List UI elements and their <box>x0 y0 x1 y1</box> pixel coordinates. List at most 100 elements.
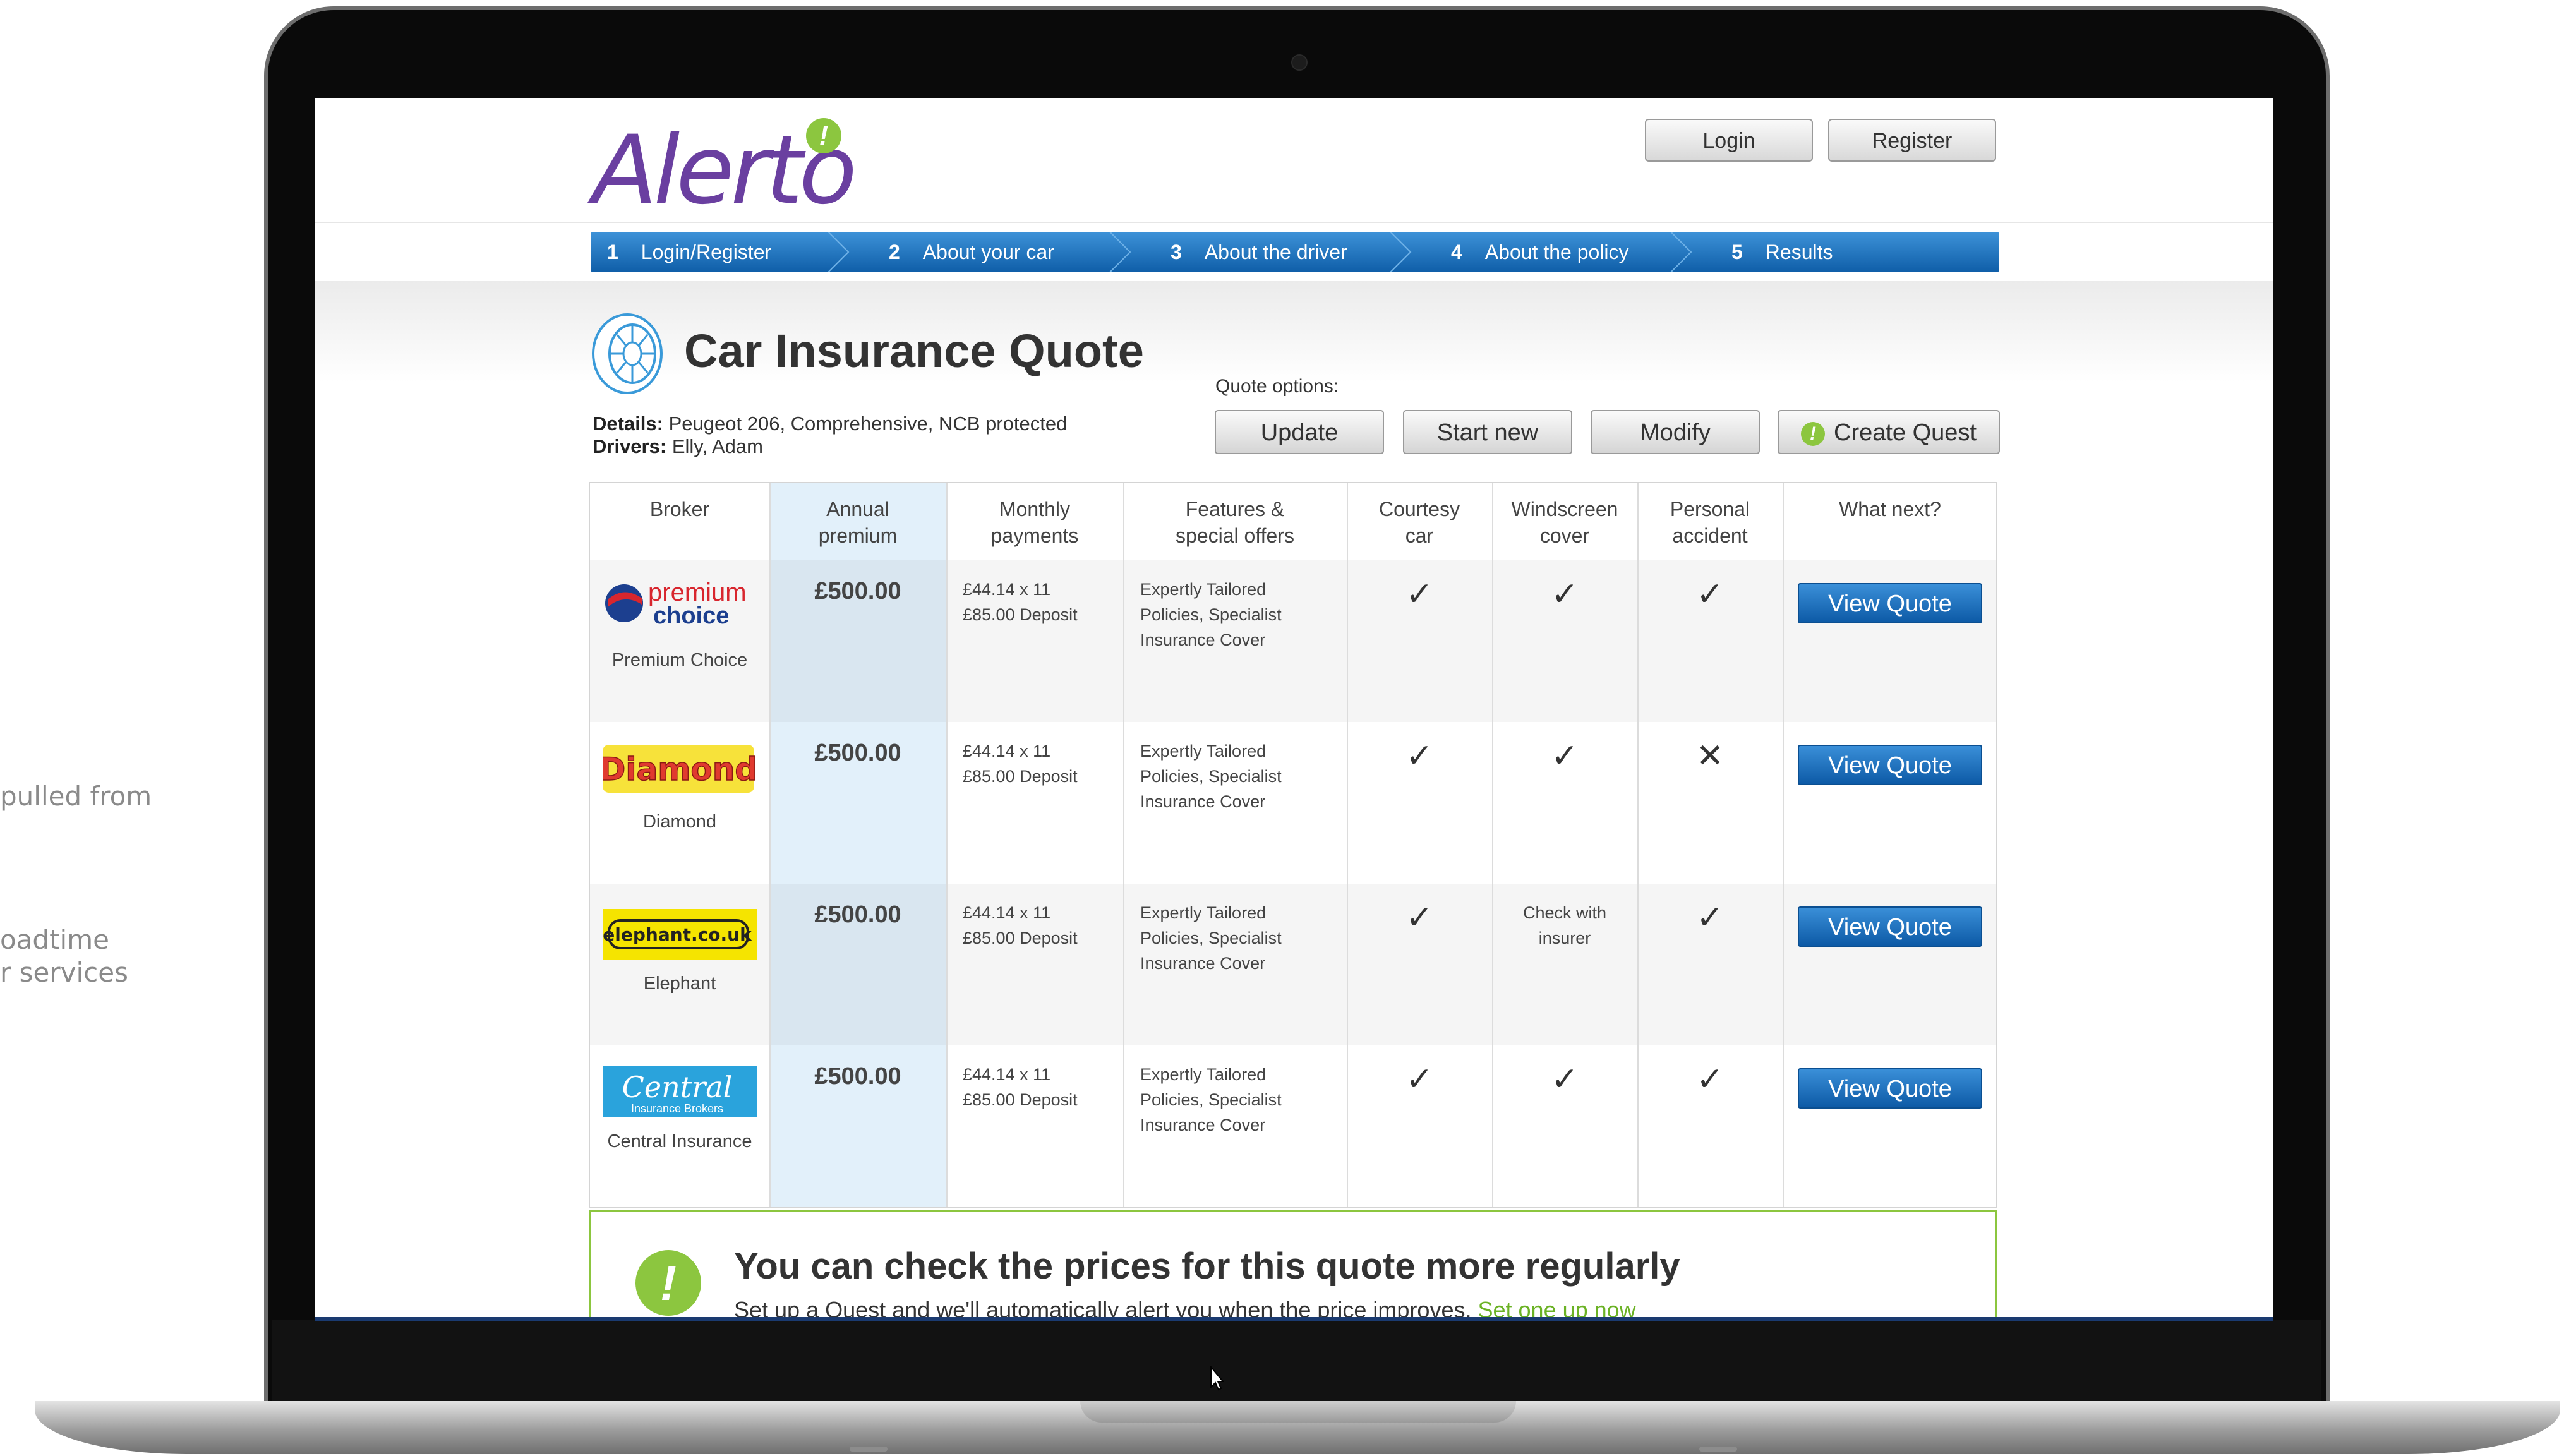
step-number: 3 <box>1171 241 1182 263</box>
step-number: 5 <box>1731 241 1743 263</box>
header-text: payments <box>990 524 1079 547</box>
monthly-payments: £44.14 x 11 £85.00 Deposit <box>963 1062 1078 1112</box>
side-caption-3: r services <box>0 957 128 988</box>
step-separator-icon <box>1390 232 1412 272</box>
quest-icon: ! <box>1801 421 1825 446</box>
quote-options-label: Quote options: <box>1215 376 1339 397</box>
features-line: Expertly Tailored <box>1140 742 1267 761</box>
courtesy-check-icon: ✓ <box>1405 1061 1433 1098</box>
courtesy-check-icon: ✓ <box>1405 576 1433 613</box>
header-divider <box>315 222 2273 223</box>
results-table: Broker Annual premium Monthly payments Fea… <box>589 482 1997 1208</box>
features-line: Policies, Specialist <box>1140 767 1282 786</box>
step-separator-icon <box>828 232 850 272</box>
broker-name: Premium Choice <box>611 650 748 670</box>
windscreen-line: insurer <box>1538 929 1591 948</box>
annual-premium: £500.00 <box>814 1063 901 1090</box>
central-insurance-logo: Central Insurance Brokers <box>603 1066 757 1117</box>
laptop-notch <box>1080 1401 1516 1423</box>
modify-button[interactable]: Modify <box>1591 410 1760 454</box>
table-row: premium choice Premium Choice £500.00 £4… <box>590 560 1996 722</box>
step-number: 4 <box>1451 241 1462 263</box>
view-quote-button[interactable]: View Quote <box>1798 1068 1982 1109</box>
features-line: Insurance Cover <box>1140 792 1266 811</box>
features-line: Policies, Specialist <box>1140 1090 1282 1109</box>
step-label: Results <box>1765 241 1833 263</box>
header-text: Monthly <box>999 498 1071 520</box>
monthly-line: £44.14 x 11 <box>963 903 1051 922</box>
windscreen-line: Check with <box>1522 903 1607 922</box>
features-text: Expertly Tailored Policies, Specialist Ins… <box>1140 577 1282 653</box>
monthly-line: £85.00 Deposit <box>963 767 1078 786</box>
personal-cross-icon: ✕ <box>1696 738 1724 774</box>
column-divider <box>946 483 948 1207</box>
windscreen-check-icon: ✓ <box>1551 1061 1579 1098</box>
header-text: cover <box>1539 524 1590 547</box>
header-features: Features & special offers <box>1123 496 1347 549</box>
step-separator-icon <box>1670 232 1692 272</box>
step-label: About your car <box>922 241 1054 263</box>
monthly-line: £85.00 Deposit <box>963 605 1078 624</box>
tire-icon <box>592 313 663 394</box>
drivers-value: Elly, Adam <box>671 435 763 457</box>
quest-promo-box: ! You can check the prices for this quot… <box>589 1210 1997 1320</box>
features-text: Expertly Tailored Policies, Specialist Ins… <box>1140 1062 1282 1138</box>
monthly-line: £44.14 x 11 <box>963 580 1051 599</box>
step-number: 1 <box>607 241 618 263</box>
header-text: special offers <box>1176 524 1294 547</box>
features-line: Insurance Cover <box>1140 954 1266 973</box>
monthly-payments: £44.14 x 11 £85.00 Deposit <box>963 577 1078 627</box>
header-windscreen-cover: Windscreen cover <box>1492 496 1637 549</box>
annual-premium: £500.00 <box>814 578 901 605</box>
step-label: About the policy <box>1484 241 1629 263</box>
header-text: What next? <box>1839 498 1941 520</box>
register-button[interactable]: Register <box>1828 119 1996 162</box>
monthly-line: £85.00 Deposit <box>963 929 1078 948</box>
progress-steps: 1 Login/Register 2 About your car 3 About t… <box>591 232 1999 272</box>
page-title: Car Insurance Quote <box>684 325 1144 377</box>
header-text: car <box>1405 524 1434 547</box>
table-row: Central Insurance Brokers Central Insura… <box>590 1045 1996 1207</box>
quote-details: Details: Peugeot 206, Comprehensive, NCB… <box>593 412 1067 458</box>
step-results[interactable]: 5 Results <box>1731 232 1833 272</box>
step-about-driver[interactable]: 3 About the driver <box>1171 232 1347 272</box>
table-row: Diamond Diamond £500.00 £44.14 x 11 £85.0… <box>590 722 1996 884</box>
laptop-foot <box>850 1447 888 1452</box>
login-button[interactable]: Login <box>1645 119 1813 162</box>
svg-text:Central: Central <box>622 1070 733 1104</box>
broker-name: Elephant <box>643 973 716 994</box>
header-text: premium <box>818 524 898 547</box>
column-divider <box>769 483 771 1207</box>
step-login-register[interactable]: 1 Login/Register <box>607 232 771 272</box>
alerto-logo-mark-icon: ! <box>806 118 841 153</box>
details-label: Details: <box>593 412 663 435</box>
browser-screen: Alerto ! Login Register 1 Login/Register … <box>315 98 2273 1320</box>
quest-promo-title: You can check the prices for this quote … <box>734 1246 1680 1287</box>
header-personal-accident: Personal accident <box>1637 496 1783 549</box>
update-button[interactable]: Update <box>1215 410 1384 454</box>
features-text: Expertly Tailored Policies, Specialist Ins… <box>1140 900 1282 976</box>
screen-edge <box>315 1317 2273 1321</box>
header-text: Broker <box>649 498 710 520</box>
diamond-logo: Diamond <box>603 745 757 793</box>
step-about-policy[interactable]: 4 About the policy <box>1451 232 1629 272</box>
create-quest-button[interactable]: ! Create Quest <box>1778 410 2000 454</box>
step-label: About the driver <box>1204 241 1347 263</box>
monthly-line: £44.14 x 11 <box>963 742 1051 761</box>
view-quote-button[interactable]: View Quote <box>1798 583 1982 623</box>
header-text: Courtesy <box>1378 498 1460 520</box>
header-broker: Broker <box>590 496 769 522</box>
mouse-cursor-icon <box>1210 1366 1224 1391</box>
view-quote-button[interactable]: View Quote <box>1798 906 1982 947</box>
view-quote-button[interactable]: View Quote <box>1798 745 1982 785</box>
svg-text:choice: choice <box>653 603 729 629</box>
side-caption-2: oadtime <box>0 924 109 955</box>
laptop-bezel <box>272 1320 2321 1409</box>
laptop-foot <box>1699 1447 1737 1452</box>
header-text: Features & <box>1185 498 1285 520</box>
step-about-car[interactable]: 2 About your car <box>889 232 1054 272</box>
side-caption-1: pulled from <box>0 781 152 812</box>
features-line: Expertly Tailored <box>1140 580 1267 599</box>
start-new-button[interactable]: Start new <box>1403 410 1572 454</box>
courtesy-check-icon: ✓ <box>1405 899 1433 936</box>
